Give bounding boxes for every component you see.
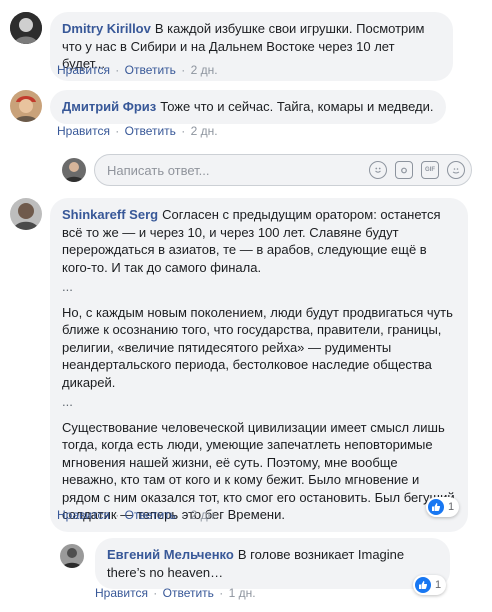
like-link[interactable]: Нравится [95,586,148,600]
like-link[interactable]: Нравится [57,124,110,138]
thumbs-up-icon [428,499,444,515]
avatar [62,158,86,182]
comment-evgeniy-melchenko: Евгений Мельченко В голове возникает Imag… [60,538,450,589]
comment-author[interactable]: Дмитрий Фриз [62,99,156,114]
user-avatar-icon [62,158,86,182]
avatar[interactable] [60,544,84,568]
separator: · [115,63,120,77]
composer-tools: GIF [369,161,465,179]
reply-link[interactable]: Ответить [125,124,176,138]
comment-time[interactable]: 2 дн. [191,508,218,522]
comment-dmitriy-friz: Дмитрий Фриз Тоже что и сейчас. Тайга, ко… [10,90,446,124]
avatar[interactable] [10,12,42,44]
reaction-count[interactable]: 1 [426,497,460,517]
paragraph-ellipsis: ... [62,279,73,294]
avatar[interactable] [10,90,42,122]
reply-link[interactable]: Ответить [163,586,214,600]
like-link[interactable]: Нравится [57,63,110,77]
thumbs-up-icon [415,577,431,593]
comment-text: Тоже что и сейчас. Тайга, комары и медве… [160,99,434,114]
comment-shinkareff-serg: Shinkareff Serg Согласен с предыдущим ора… [10,198,468,532]
comment-actions: Нравится · Ответить · 1 дн. [95,586,256,600]
comment-author[interactable]: Dmitry Kirillov [62,21,151,36]
separator: · [219,586,224,600]
separator: · [181,508,186,522]
like-count: 1 [435,579,442,591]
reply-input[interactable]: Написать ответ... GIF [94,154,472,186]
like-link[interactable]: Нравится [57,508,110,522]
reply-link[interactable]: Ответить [125,63,176,77]
reply-link[interactable]: Ответить [125,508,176,522]
comment-time[interactable]: 2 дн. [191,124,218,138]
comment-actions: Нравится · Ответить · 2 дн. [57,63,218,77]
comment-bubble: Дмитрий Фриз Тоже что и сейчас. Тайга, ко… [50,90,446,124]
avatar[interactable] [10,198,42,230]
reaction-count[interactable]: 1 [413,575,447,595]
avatar-photo-icon [10,12,42,44]
reply-composer: Написать ответ... GIF [62,154,472,186]
avatar-photo-icon [10,90,42,122]
separator: · [153,586,158,600]
comment-author[interactable]: Shinkareff Serg [62,207,158,222]
comment-bubble: Shinkareff Serg Согласен с предыдущим ора… [50,198,468,532]
comment-bubble: Евгений Мельченко В голове возникает Imag… [95,538,450,589]
comment-author[interactable]: Евгений Мельченко [107,547,234,562]
sticker-icon[interactable] [447,161,465,179]
gif-label: GIF [425,167,435,173]
separator: · [181,124,186,138]
avatar-photo-icon [60,544,84,568]
comment-time[interactable]: 1 дн. [229,586,256,600]
gif-icon[interactable]: GIF [421,161,439,179]
comment-actions: Нравится · Ответить · 2 дн. [57,508,218,522]
separator: · [181,63,186,77]
avatar-photo-icon [10,198,42,230]
separator: · [115,124,120,138]
paragraph-ellipsis: ... [62,394,73,409]
comment-text: Но, с каждым новым поколением, люди буду… [62,304,453,390]
separator: · [115,508,120,522]
camera-icon[interactable] [395,161,413,179]
comment-actions: Нравится · Ответить · 2 дн. [57,124,218,138]
emoji-icon[interactable] [369,161,387,179]
reply-placeholder: Написать ответ... [107,162,210,178]
like-count: 1 [448,501,455,513]
comment-time[interactable]: 2 дн. [191,63,218,77]
